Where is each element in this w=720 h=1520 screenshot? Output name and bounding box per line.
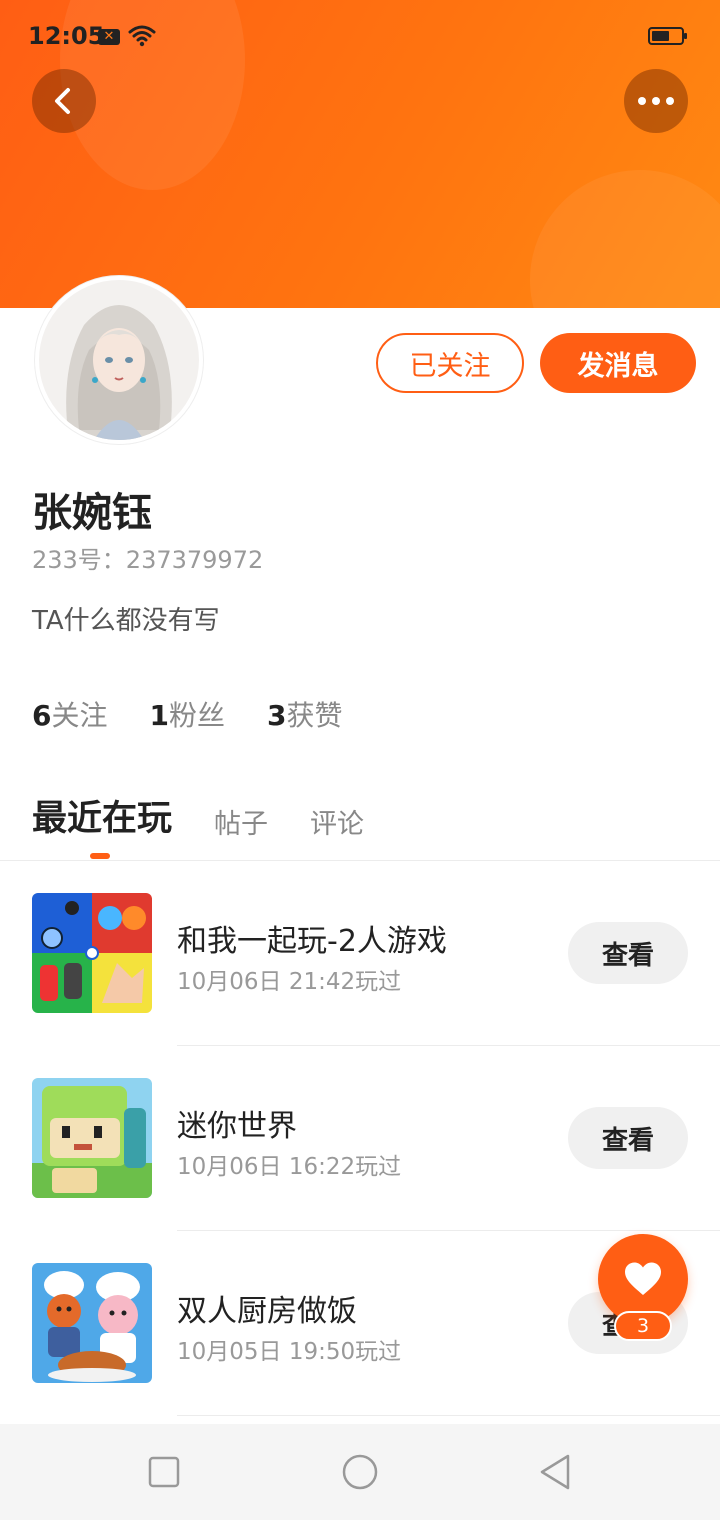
stat-fans[interactable]: 1粉丝 [150, 694, 226, 734]
chevron-left-icon [55, 88, 70, 114]
tab-comments[interactable]: 评论 [310, 802, 364, 841]
list-item[interactable]: 和我一起玩-2人游戏 10月06日 21:42玩过 查看 [0, 861, 720, 1046]
recents-icon[interactable] [144, 1452, 184, 1492]
tab-posts[interactable]: 帖子 [214, 802, 268, 841]
game-played-time: 10月06日 21:42玩过 [177, 969, 402, 995]
battery-icon [648, 27, 687, 45]
game-played-time: 10月05日 19:50玩过 [177, 1339, 402, 1365]
user-name: 张婉钰 [32, 490, 152, 536]
active-tab-indicator [90, 853, 110, 859]
list-item[interactable]: 迷你世界 10月06日 16:22玩过 查看 [0, 1046, 720, 1231]
home-icon[interactable] [340, 1452, 380, 1492]
back-button[interactable] [32, 69, 96, 133]
divider [177, 1415, 720, 1416]
stat-likes[interactable]: 3获赞 [267, 694, 343, 734]
more-dots-icon [638, 97, 674, 105]
game-thumbnail [32, 893, 152, 1013]
like-count-badge: 3 [614, 1311, 672, 1341]
game-thumbnail [32, 1078, 152, 1198]
user-bio: TA什么都没有写 [32, 606, 220, 636]
status-bar: 12:05 ✕ [0, 0, 720, 72]
stat-following[interactable]: 6关注 [32, 694, 108, 734]
more-options-button[interactable] [624, 69, 688, 133]
content-tabs: 最近在玩 帖子 评论 [32, 790, 406, 841]
status-time: 12:05 [28, 22, 105, 50]
tab-recently-played[interactable]: 最近在玩 [32, 790, 172, 841]
followed-button[interactable]: 已关注 [376, 333, 524, 393]
profile-header-banner: 12:05 ✕ [0, 0, 720, 308]
user-id: 233号：237379972 [32, 546, 264, 574]
header-decoration [530, 170, 720, 308]
game-thumbnail [32, 1263, 152, 1383]
profile-stats: 6关注 1粉丝 3获赞 [32, 694, 343, 734]
game-name: 双人厨房做饭 [177, 1294, 357, 1329]
system-nav-bar [0, 1424, 720, 1520]
heart-icon [625, 1262, 661, 1295]
view-button[interactable]: 查看 [568, 922, 688, 984]
wifi-icon [128, 25, 156, 47]
game-name: 和我一起玩-2人游戏 [177, 924, 447, 959]
avatar-illustration [39, 280, 199, 440]
game-name: 迷你世界 [177, 1109, 297, 1144]
send-message-button[interactable]: 发消息 [540, 333, 696, 393]
sim-icon: ✕ [98, 29, 120, 45]
back-triangle-icon[interactable] [536, 1452, 576, 1492]
game-played-time: 10月06日 16:22玩过 [177, 1154, 402, 1180]
avatar[interactable] [35, 276, 203, 444]
view-button[interactable]: 查看 [568, 1107, 688, 1169]
